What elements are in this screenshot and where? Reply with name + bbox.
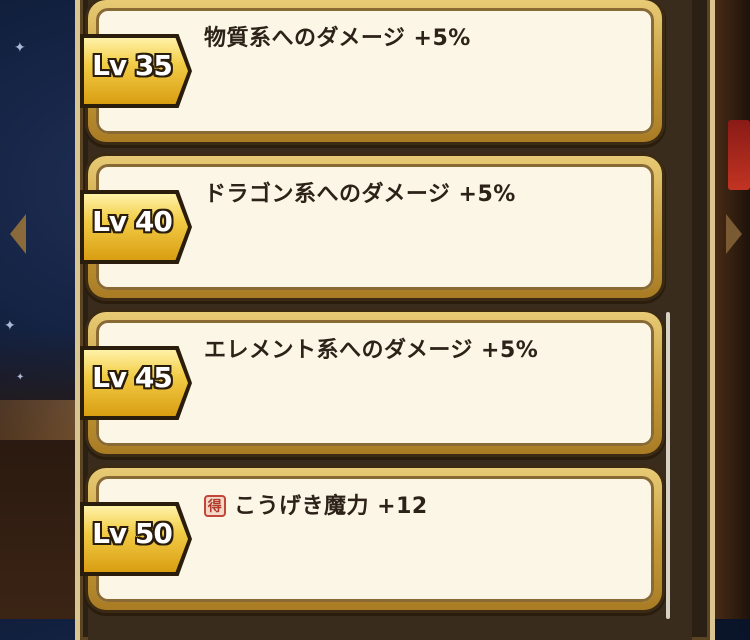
reward-effect-row: 得こうげき魔力 +12 <box>204 488 428 520</box>
reward-effect-text: エレメント系へのダメージ +5% <box>204 338 539 363</box>
background-red-banner <box>728 120 750 190</box>
level-badge: Lv 40 <box>84 194 188 260</box>
sparkle-icon: ✦ <box>14 40 26 56</box>
level-label: Lv 45 <box>92 361 173 394</box>
reward-card-lv40: Lv 40 ドラゴン系へのダメージ +5% <box>80 156 662 298</box>
previous-arrow-icon[interactable] <box>10 214 26 254</box>
reward-effect-text: こうげき魔力 +12 <box>234 494 428 519</box>
acquire-icon: 得 <box>204 495 226 517</box>
reward-effect-text: 物質系へのダメージ +5% <box>204 26 471 51</box>
sparkle-icon: ✦ <box>4 318 16 334</box>
level-label: Lv 35 <box>92 49 173 82</box>
reward-card-lv45: Lv 45 エレメント系へのダメージ +5% <box>80 312 662 454</box>
level-badge: Lv 35 <box>84 38 188 104</box>
next-arrow-icon[interactable] <box>726 214 742 254</box>
reward-card-lv50: Lv 50 得こうげき魔力 +12 <box>80 468 662 610</box>
level-badge: Lv 45 <box>84 350 188 416</box>
sparkle-icon: ✦ <box>16 372 25 383</box>
level-label: Lv 50 <box>92 517 173 550</box>
level-label: Lv 40 <box>92 205 173 238</box>
reward-card-lv35: Lv 35 物質系へのダメージ +5% <box>80 0 662 142</box>
reward-effect-text: ドラゴン系へのダメージ +5% <box>204 182 516 207</box>
list-scrollbar[interactable] <box>666 312 670 619</box>
background-left-scenery <box>0 330 75 619</box>
level-badge: Lv 50 <box>84 506 188 572</box>
